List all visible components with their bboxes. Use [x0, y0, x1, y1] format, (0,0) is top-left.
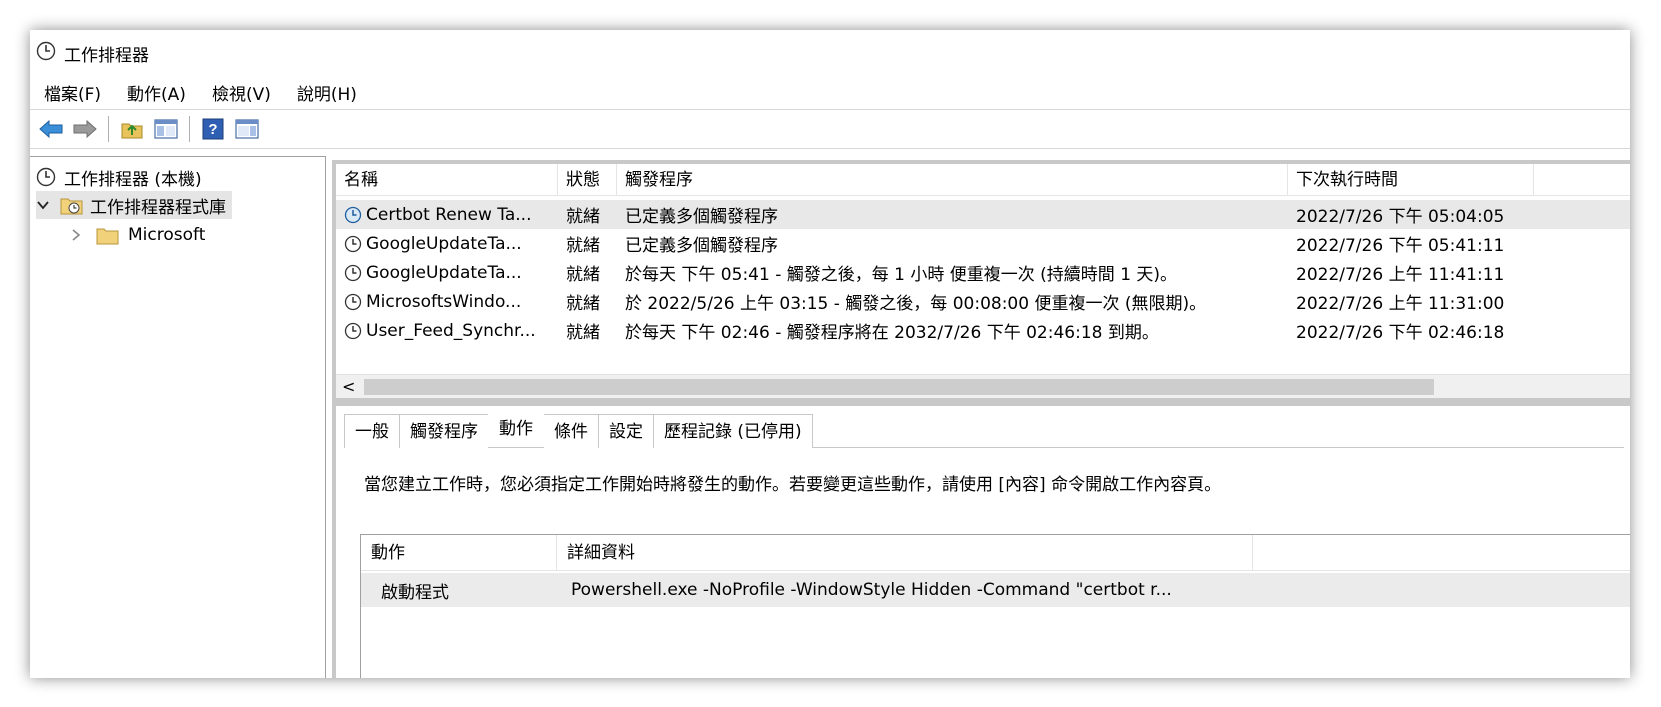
- task-status: 就緒: [566, 236, 600, 256]
- toolbar-separator: [189, 116, 190, 142]
- tree-item-microsoft[interactable]: Microsoft: [70, 221, 205, 249]
- show-hide-action-pane-icon[interactable]: [232, 114, 262, 144]
- task-clock-icon: [344, 264, 362, 282]
- task-clock-icon: [344, 235, 362, 253]
- column-header-next-run[interactable]: 下次執行時間: [1288, 164, 1534, 196]
- action-type: 啟動程式: [381, 582, 449, 603]
- task-next-run: 2022/7/26 上午 11:31:00: [1296, 294, 1505, 314]
- task-name: Certbot Renew Ta...: [366, 204, 532, 225]
- forward-arrow-icon[interactable]: [70, 114, 100, 144]
- menu-view[interactable]: 檢視(V): [212, 80, 271, 105]
- actions-description: 當您建立工作時，您必須指定工作開始時將發生的動作。若要變更這些動作，請使用 [內…: [364, 475, 1222, 495]
- column-header-action[interactable]: 動作: [361, 535, 557, 571]
- table-row[interactable]: GoogleUpdateTa... 就緒 已定義多個觸發程序 2022/7/26…: [336, 229, 1630, 258]
- task-next-run: 2022/7/26 上午 11:41:11: [1296, 265, 1505, 285]
- column-header-name[interactable]: 名稱: [336, 164, 558, 196]
- toolbar-separator: [108, 116, 109, 142]
- column-header-trigger[interactable]: 觸發程序: [617, 164, 1288, 196]
- table-row[interactable]: 啟動程式 Powershell.exe -NoProfile -WindowSt…: [361, 573, 1630, 607]
- task-trigger: 於每天 下午 02:46 - 觸發程序將在 2032/7/26 下午 02:46…: [625, 323, 1159, 343]
- menu-bar: 檔案(F) 動作(A) 檢視(V) 說明(H): [30, 76, 1630, 108]
- folder-up-icon[interactable]: [117, 114, 147, 144]
- console-tree: 工作排程器 (本機) 工作排程器程式庫 Microsoft: [30, 156, 326, 678]
- task-details: 一般 觸發程序 動作 條件 設定 歷程記錄 (已停用) 當您建立工作時，您必須指…: [332, 402, 1630, 678]
- tab-history[interactable]: 歷程記錄 (已停用): [653, 414, 813, 448]
- task-trigger: 已定義多個觸發程序: [625, 236, 778, 256]
- menu-file[interactable]: 檔案(F): [44, 80, 101, 105]
- tree-item-label: 工作排程器 (本機): [64, 169, 202, 190]
- task-clock-icon: [344, 206, 362, 224]
- task-name: GoogleUpdateTa...: [366, 262, 522, 283]
- tree-item-library[interactable]: 工作排程器程式庫: [36, 191, 232, 219]
- column-header-status[interactable]: 狀態: [558, 164, 617, 196]
- task-next-run: 2022/7/26 下午 02:46:18: [1296, 323, 1505, 343]
- tree-item-label: 工作排程器程式庫: [90, 197, 226, 218]
- main-pane: 名稱 狀態 觸發程序 下次執行時間 Certbot Renew Ta... 就緒…: [330, 156, 1630, 678]
- task-name: MicrosoftsWindo...: [366, 291, 522, 312]
- task-list: 名稱 狀態 觸發程序 下次執行時間 Certbot Renew Ta... 就緒…: [332, 160, 1630, 402]
- toolbar: ?: [30, 109, 1630, 149]
- task-list-header: 名稱 狀態 觸發程序 下次執行時間: [336, 164, 1630, 196]
- tab-conditions[interactable]: 條件: [543, 414, 599, 448]
- menu-action[interactable]: 動作(A): [127, 80, 186, 105]
- tab-settings[interactable]: 設定: [598, 414, 654, 448]
- task-name: User_Feed_Synchr...: [366, 320, 536, 341]
- table-row[interactable]: Certbot Renew Ta... 就緒 已定義多個觸發程序 2022/7/…: [336, 200, 1630, 229]
- clock-icon: [36, 167, 56, 187]
- task-trigger: 於 2022/5/26 上午 03:15 - 觸發之後，每 00:08:00 便…: [625, 294, 1207, 314]
- column-header-details[interactable]: 詳細資料: [557, 535, 1253, 571]
- task-clock-icon: [344, 293, 362, 311]
- task-trigger: 已定義多個觸發程序: [625, 207, 778, 227]
- table-row[interactable]: MicrosoftsWindo... 就緒 於 2022/5/26 上午 03:…: [336, 287, 1630, 316]
- tab-actions[interactable]: 動作: [488, 412, 544, 447]
- task-next-run: 2022/7/26 下午 05:41:11: [1296, 236, 1505, 256]
- folder-clock-icon: [60, 195, 84, 215]
- svg-text:?: ?: [208, 121, 217, 138]
- table-row[interactable]: GoogleUpdateTa... 就緒 於每天 下午 05:41 - 觸發之後…: [336, 258, 1630, 287]
- title-bar: 工作排程器: [30, 30, 1630, 76]
- actions-list-header: 動作 詳細資料: [361, 535, 1630, 571]
- horizontal-scrollbar[interactable]: <: [336, 374, 1630, 398]
- action-details: Powershell.exe -NoProfile -WindowStyle H…: [571, 580, 1172, 600]
- tab-general[interactable]: 一般: [344, 414, 400, 448]
- tree-item-label: Microsoft: [128, 225, 206, 245]
- task-status: 就緒: [566, 294, 600, 314]
- task-scheduler-window: 工作排程器 檔案(F) 動作(A) 檢視(V) 說明(H) ? 工作排程器 (本…: [30, 30, 1630, 678]
- menu-help[interactable]: 說明(H): [297, 80, 357, 105]
- show-hide-console-tree-icon[interactable]: [151, 114, 181, 144]
- back-arrow-icon[interactable]: [36, 114, 66, 144]
- detail-tabs: 一般 觸發程序 動作 條件 設定 歷程記錄 (已停用): [344, 412, 1624, 448]
- task-status: 就緒: [566, 323, 600, 343]
- task-name: GoogleUpdateTa...: [366, 233, 522, 254]
- task-clock-icon: [344, 322, 362, 340]
- window-title: 工作排程器: [64, 45, 149, 66]
- folder-icon: [96, 225, 120, 245]
- actions-list: 動作 詳細資料 啟動程式 Powershell.exe -NoProfile -…: [360, 534, 1630, 678]
- tab-triggers[interactable]: 觸發程序: [399, 414, 489, 448]
- scrollbar-thumb[interactable]: [364, 379, 1434, 395]
- task-status: 就緒: [566, 207, 600, 227]
- chevron-down-icon[interactable]: [36, 198, 54, 212]
- table-row[interactable]: User_Feed_Synchr... 就緒 於每天 下午 02:46 - 觸發…: [336, 316, 1630, 345]
- task-next-run: 2022/7/26 下午 05:04:05: [1296, 207, 1505, 227]
- help-icon[interactable]: ?: [198, 114, 228, 144]
- task-status: 就緒: [566, 265, 600, 285]
- clock-icon: [36, 41, 56, 66]
- task-trigger: 於每天 下午 05:41 - 觸發之後，每 1 小時 便重複一次 (持續時間 1…: [625, 265, 1178, 285]
- scroll-left-arrow[interactable]: <: [342, 375, 355, 399]
- chevron-right-icon[interactable]: [70, 228, 88, 242]
- tree-item-root[interactable]: 工作排程器 (本機): [36, 163, 202, 191]
